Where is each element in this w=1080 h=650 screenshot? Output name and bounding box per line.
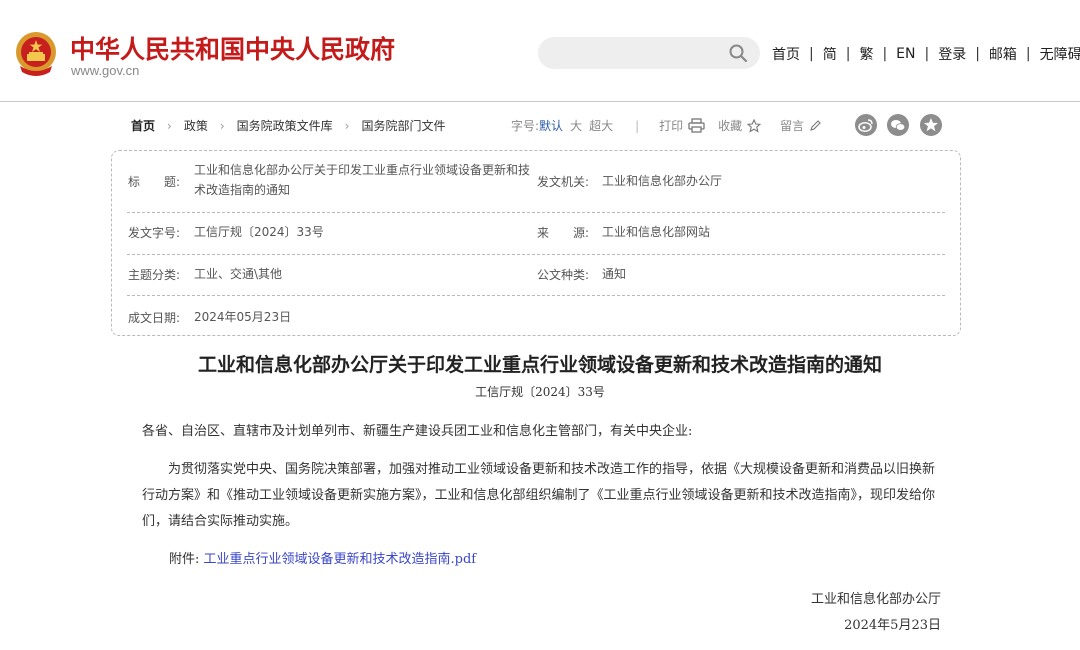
nav-separator: |	[1025, 46, 1031, 62]
breadcrumb-policy-library[interactable]: 国务院政策文件库	[237, 117, 333, 134]
doc-type-label: 公文种类:	[537, 268, 590, 282]
info-row: 发文字号: 工信厅规〔2024〕33号 来 源: 工业和信息化部网站	[127, 212, 945, 255]
site-title[interactable]: 中华人民共和国中央人民政府	[70, 30, 395, 66]
qzone-icon[interactable]	[920, 114, 942, 136]
issuer-label: 发文机关:	[537, 175, 590, 189]
info-row: 主题分类: 工业、交通\其他 公文种类: 通知	[127, 254, 945, 296]
print-label: 打印	[659, 119, 684, 133]
nav-separator: |	[924, 46, 930, 62]
date-label: 成文日期:	[128, 311, 181, 325]
article-doc-number: 工信厅规〔2024〕33号	[475, 385, 605, 399]
nav-traditional[interactable]: 繁	[859, 44, 873, 64]
topic-value: 工业、交通\其他	[194, 267, 283, 281]
site-header: 中华人民共和国中央人民政府 www.gov.cn 首页 | 简 | 繁 | EN…	[0, 0, 1080, 102]
info-row: 成文日期: 2024年05月23日	[127, 295, 945, 335]
top-nav: 首页 | 简 | 繁 | EN | 登录 | 邮箱 | 无障碍	[772, 44, 1080, 64]
comment-label: 留言	[780, 119, 805, 133]
article-title: 工业和信息化部办公厅关于印发工业重点行业领域设备更新和技术改造指南的通知	[197, 354, 882, 376]
article-tools: 字号: 默认 大 超大 | 打印 收藏 留言	[511, 117, 821, 134]
article-body: 为贯彻落实党中央、国务院决策部署，加强对推动工业领域设备更新和技术改造工作的指导…	[142, 462, 936, 529]
nav-home[interactable]: 首页	[772, 44, 800, 64]
search-input[interactable]	[538, 37, 760, 69]
weibo-icon[interactable]	[855, 114, 877, 136]
pencil-icon	[810, 120, 821, 131]
favorite-label: 收藏	[718, 119, 743, 133]
doc-number-value: 工信厅规〔2024〕33号	[194, 225, 324, 239]
chevron-right-icon: ›	[344, 118, 350, 133]
breadcrumb-home[interactable]: 首页	[131, 117, 155, 134]
nav-separator: |	[845, 46, 851, 62]
star-icon	[747, 118, 762, 133]
nav-english[interactable]: EN	[896, 46, 915, 62]
search-icon[interactable]	[728, 43, 748, 63]
title-value: 工业和信息化部办公厅关于印发工业重点行业领域设备更新和技术改造指南的通知	[194, 163, 531, 197]
topic-label: 主题分类:	[128, 268, 181, 282]
font-size-xlarge[interactable]: 超大	[589, 117, 613, 134]
breadcrumb: 首页 › 政策 › 国务院政策文件库 › 国务院部门文件	[131, 117, 446, 134]
source-value: 工业和信息化部网站	[602, 225, 711, 239]
signer: 工业和信息化部办公厅	[810, 592, 941, 607]
chevron-right-icon: ›	[219, 118, 225, 133]
issuer-value: 工业和信息化部办公厅	[602, 174, 723, 188]
site-url: www.gov.cn	[71, 63, 140, 78]
article-addressee: 各省、自治区、直辖市及计划单列市、新疆生产建设兵团工业和信息化主管部门，有关中央…	[142, 424, 693, 439]
font-size-large[interactable]: 大	[570, 117, 582, 134]
date-value: 2024年05月23日	[194, 310, 292, 324]
national-emblem-icon[interactable]	[14, 30, 58, 78]
font-size-label: 字号:	[511, 119, 540, 133]
attachment: 附件: 工业重点行业领域设备更新和技术改造指南.pdf	[169, 548, 476, 567]
printer-icon	[688, 118, 705, 133]
nav-simplified[interactable]: 简	[823, 44, 837, 64]
chevron-right-icon: ›	[167, 118, 172, 133]
print-button[interactable]: 打印	[659, 117, 705, 134]
breadcrumb-department-docs[interactable]: 国务院部门文件	[361, 117, 445, 134]
sign-date: 2024年5月23日	[844, 618, 941, 633]
document-info-table: 标 题: 工业和信息化部办公厅关于印发工业重点行业领域设备更新和技术改造指南的通…	[111, 150, 961, 336]
breadcrumb-policy[interactable]: 政策	[184, 117, 208, 134]
attachment-label: 附件:	[169, 552, 200, 567]
doc-number-label: 发文字号:	[128, 226, 181, 240]
nav-login[interactable]: 登录	[938, 44, 966, 64]
nav-separator: |	[882, 46, 888, 62]
divider: |	[635, 118, 640, 133]
nav-separator: |	[975, 46, 980, 62]
doc-type-value: 通知	[602, 267, 627, 281]
attachment-link[interactable]: 工业重点行业领域设备更新和技术改造指南.pdf	[204, 552, 477, 567]
wechat-icon[interactable]	[887, 114, 909, 136]
nav-separator: |	[809, 46, 814, 62]
nav-mailbox[interactable]: 邮箱	[989, 44, 1017, 64]
comment-button[interactable]: 留言	[780, 117, 821, 134]
info-row: 标 题: 工业和信息化部办公厅关于印发工业重点行业领域设备更新和技术改造指南的通…	[127, 151, 945, 213]
font-size-default[interactable]: 默认	[539, 117, 563, 134]
favorite-button[interactable]: 收藏	[718, 117, 762, 134]
source-label: 来 源:	[537, 226, 590, 240]
title-label: 标 题:	[128, 175, 181, 189]
nav-accessibility[interactable]: 无障碍	[1040, 44, 1080, 64]
